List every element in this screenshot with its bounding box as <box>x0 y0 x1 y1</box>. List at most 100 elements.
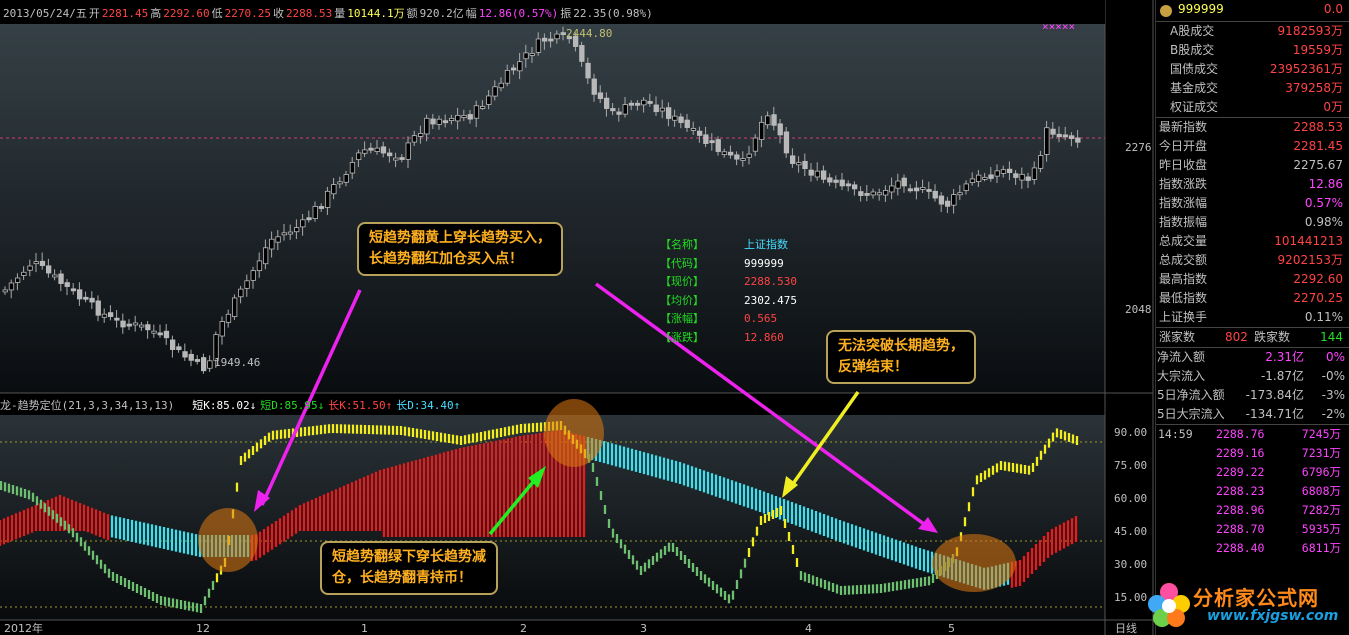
candle-body <box>244 280 250 289</box>
volume-value: 23952361万 <box>1269 62 1343 76</box>
candle-body <box>517 61 523 72</box>
stat-label: 上证换手 <box>1159 310 1208 324</box>
flow-label: 大宗流入 <box>1157 369 1206 383</box>
volume-label: 权证成交 <box>1170 100 1219 114</box>
callout-line: 短趋势翻黄上穿长趋势买入， <box>369 230 551 246</box>
high-value: 2292.60 <box>163 7 210 20</box>
stat-label: 总成交额 <box>1159 253 1208 267</box>
stat-value: 2292.60 <box>1293 272 1343 286</box>
candle-body <box>225 313 232 323</box>
info-row: 【涨跌】 12.860 <box>660 329 797 348</box>
candle-body <box>207 360 213 369</box>
candle-body <box>163 330 170 339</box>
x-axis-label: 2012年 <box>4 621 43 635</box>
candle-body <box>740 158 746 161</box>
candle-body <box>901 177 907 187</box>
flow-percent: -0% <box>1321 369 1345 383</box>
tick-list[interactable]: 14:59 2288.76 7245万 2289.16 7231万 2289.22 6796… <box>1156 425 1349 558</box>
candle-body <box>405 142 411 160</box>
volume-row: A股成交 9182593万 <box>1156 22 1349 41</box>
candle-body <box>331 184 337 195</box>
candle-body <box>442 120 449 124</box>
candle-body <box>52 274 58 278</box>
tick-qty: 6796万 <box>1301 465 1341 479</box>
candle-body <box>542 37 548 42</box>
stats-section: 最新指数 2288.53 今日开盘 2281.45 昨日收盘 2275.67 指数涨跌 12.… <box>1156 118 1349 327</box>
candle-body <box>89 297 95 303</box>
high-label: 高 <box>150 7 162 20</box>
tick-qty: 7231万 <box>1301 446 1341 460</box>
info-key: 【代码】 <box>660 256 704 270</box>
candle-body <box>399 157 405 160</box>
candle-body <box>200 357 207 372</box>
indicator-name[interactable]: 龙-趋势定位(21,3,3,34,13,13) <box>0 399 174 412</box>
volume-row: 国债成交 23952361万 <box>1156 60 1349 79</box>
candle-body <box>734 154 740 160</box>
x-axis-label: 12 <box>196 622 210 635</box>
candle-body <box>1000 169 1007 174</box>
swing-label: 振 <box>560 7 572 20</box>
quote-side-panel: 999999 0.0 A股成交 9182593万 B股成交 19559万 国债成交 239… <box>1155 0 1349 635</box>
panel-header[interactable]: 999999 0.0 <box>1156 0 1349 22</box>
candle-body <box>777 123 783 136</box>
candle-body <box>1013 173 1019 178</box>
info-row: 【均价】 2302.475 <box>660 292 797 311</box>
candle-body <box>976 174 982 182</box>
amount-value: 920.2亿 <box>419 7 464 20</box>
candle-body <box>796 162 802 166</box>
candle-body <box>523 52 529 60</box>
candle-body <box>628 102 635 106</box>
watermark-url: www.fxjgsw.com <box>1207 608 1339 624</box>
candle-body <box>8 282 15 291</box>
swing-value: 22.35(0.98%) <box>573 7 653 20</box>
tick-row: 2288.23 6808万 <box>1156 482 1349 501</box>
candle-body <box>963 183 969 191</box>
short-d-value: 85.95↓ <box>284 399 325 412</box>
info-row: 【涨幅】 0.565 <box>660 310 797 329</box>
x-axis-label: 2 <box>520 622 527 635</box>
candle-body <box>256 260 263 272</box>
period-label[interactable]: 日线 <box>1115 621 1137 635</box>
index-logo-icon <box>1160 5 1172 17</box>
x-axis-label: 3 <box>640 622 647 635</box>
range-value: 12.86(0.57%) <box>478 7 559 20</box>
watermark-title: 分析家公式网 <box>1193 586 1319 610</box>
high-price-mark: 2444.80 <box>566 27 612 40</box>
candle-body <box>349 162 356 174</box>
candle-body <box>895 180 901 189</box>
short-k-value: 85.02↓ <box>216 399 257 412</box>
candle-body <box>666 107 672 119</box>
stat-row: 最新指数 2288.53 <box>1156 118 1349 137</box>
info-value: 0.565 <box>744 312 778 326</box>
low-price-mark: 1949.46 <box>214 356 260 369</box>
volume-row: 基金成交 379258万 <box>1156 79 1349 98</box>
up-count: 802 <box>1225 330 1248 344</box>
stat-row: 总成交量 101441213 <box>1156 232 1349 251</box>
tick-price: 2289.22 <box>1216 465 1265 479</box>
candle-body <box>455 114 461 122</box>
candle-body <box>647 101 653 104</box>
tick-price: 2289.16 <box>1216 446 1265 460</box>
candle-body <box>1025 176 1031 181</box>
candle-body <box>169 339 176 350</box>
tick-price: 2288.76 <box>1216 427 1265 441</box>
volume-label: 国债成交 <box>1170 62 1219 76</box>
stat-value: 2270.25 <box>1293 291 1343 305</box>
up-count-label: 涨家数 <box>1159 330 1196 344</box>
candle-body <box>765 115 771 126</box>
stat-row: 指数涨幅 0.57% <box>1156 194 1349 213</box>
callout-line: 长趋势翻红加仓买入点！ <box>369 251 523 267</box>
indicator-y-tick: 90.00 <box>1114 426 1147 439</box>
info-key: 【涨幅】 <box>660 312 704 326</box>
candle-body <box>914 187 920 192</box>
candle-body <box>58 273 64 284</box>
candle-body <box>498 82 504 89</box>
candle-body <box>368 147 374 151</box>
price-axis-tick-bottom: 2048 <box>1125 303 1152 316</box>
stat-value: 2275.67 <box>1293 158 1343 172</box>
panel-symbol: 999999 <box>1178 2 1224 16</box>
volume-value: 379258万 <box>1285 81 1343 95</box>
candle-body <box>1044 127 1050 155</box>
candle-body <box>802 160 808 170</box>
low-label: 低 <box>211 7 223 20</box>
